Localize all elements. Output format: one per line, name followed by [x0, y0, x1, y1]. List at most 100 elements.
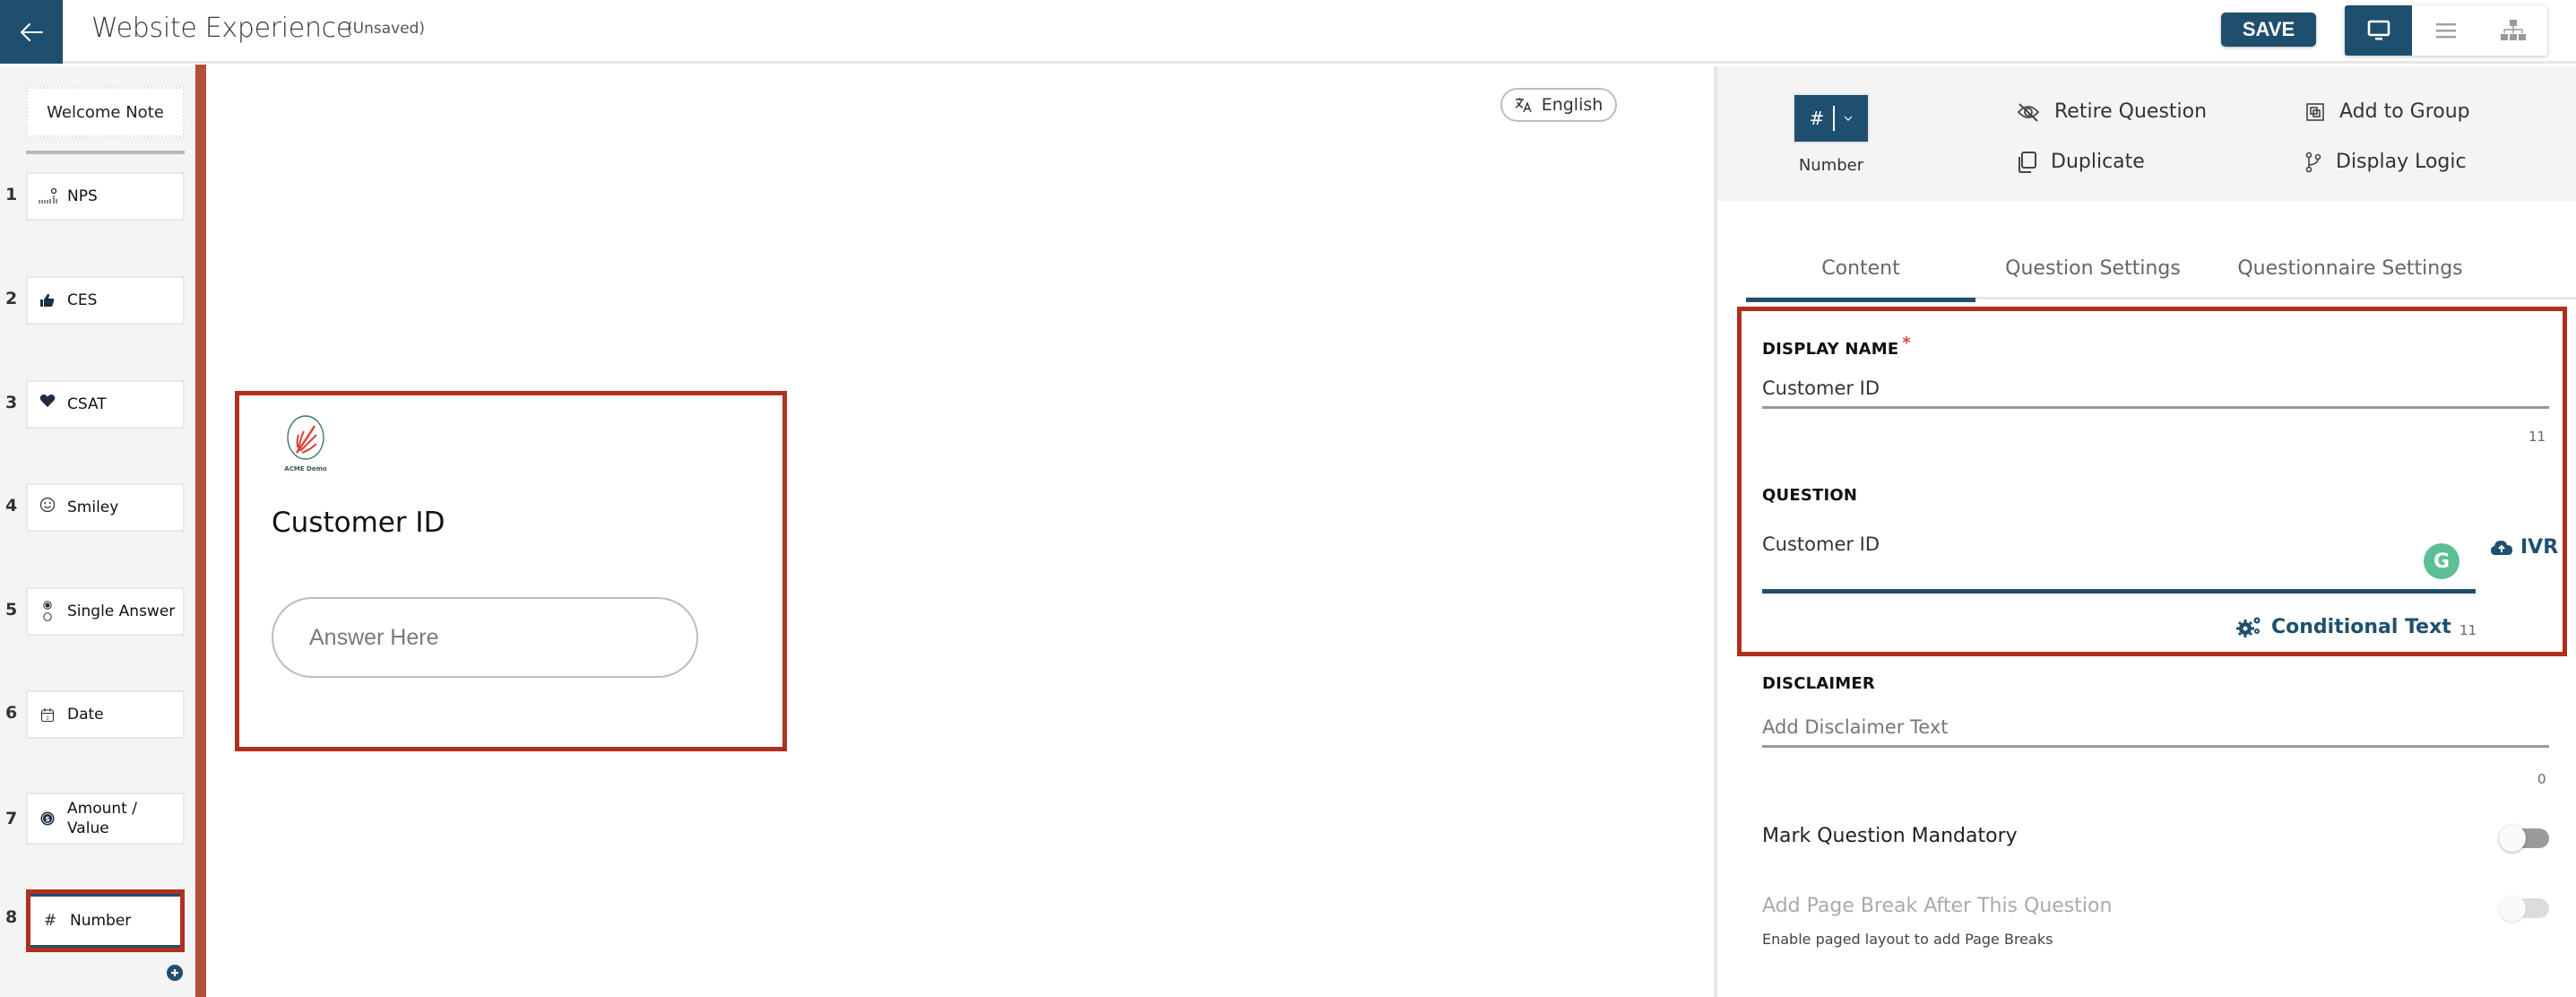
add-to-group-button[interactable]: Add to Group [2305, 100, 2470, 123]
tab-question-settings[interactable]: Question Settings [1975, 237, 2210, 299]
sidebar-item-nps[interactable]: NPS [26, 172, 185, 221]
desktop-view-button[interactable] [2345, 5, 2413, 56]
sidebar-item-ces[interactable]: CES [26, 276, 185, 325]
disclaimer-input[interactable] [1762, 708, 2549, 748]
arrow-left-icon [21, 22, 43, 41]
sidebar-question-row: 3 CSAT [0, 380, 195, 430]
logo-text: ACME Demo [284, 465, 327, 472]
heart-icon [28, 394, 67, 408]
question-number: 8 [5, 907, 18, 927]
sidebar-question-row: 8 # Number [0, 889, 195, 952]
add-question-button[interactable] [167, 965, 183, 981]
list-view-button[interactable] [2412, 5, 2479, 56]
sidebar-item-smiley[interactable]: Smiley [26, 483, 185, 532]
cloud-upload-icon [2491, 540, 2512, 555]
save-button[interactable]: SAVE [2221, 13, 2316, 47]
sidebar-item-single-answer[interactable]: Single Answer [26, 587, 185, 636]
question-number: 4 [5, 496, 18, 516]
display-logic-label: Display Logic [2336, 151, 2467, 173]
mandatory-toggle[interactable] [2499, 825, 2549, 852]
sidebar-question-row: 6 2 Date [0, 690, 195, 741]
ivr-label: IVR [2520, 536, 2559, 559]
hash-icon: # [43, 912, 57, 930]
question-input[interactable] [1762, 525, 2476, 594]
content-highlight-box [1737, 307, 2567, 656]
question-type-selector[interactable]: # [1793, 93, 1870, 143]
sidebar-item-date[interactable]: 2 Date [26, 690, 185, 739]
language-selector[interactable]: English [1500, 88, 1617, 122]
back-button[interactable] [0, 0, 63, 64]
tree-view-button[interactable] [2480, 5, 2547, 56]
sidebar-resize-handle[interactable] [195, 65, 206, 997]
display-name-input[interactable] [1762, 369, 2549, 409]
disclaimer-label: DISCLAIMER [1762, 674, 1875, 693]
eye-slash-icon [2017, 102, 2040, 122]
sidebar-question-row: 1 NPS [0, 172, 195, 222]
display-name-label-text: DISPLAY NAME [1762, 340, 1899, 359]
display-name-label: DISPLAY NAME * [1762, 334, 1911, 359]
top-bar: Website Experience (Unsaved) SAVE [0, 0, 2576, 64]
page-break-toggle[interactable] [2499, 895, 2549, 922]
save-status: (Unsaved) [347, 20, 426, 38]
display-logic-button[interactable]: Display Logic [2305, 151, 2467, 173]
sidebar-question-row: 7 $ Amount / Value [0, 793, 195, 845]
add-circle-icon [171, 969, 178, 976]
retire-question-button[interactable]: Retire Question [2017, 100, 2207, 123]
sidebar-item-amount-value[interactable]: $ Amount / Value [26, 793, 185, 845]
question-title: Customer ID [272, 507, 445, 539]
add-to-group-label: Add to Group [2339, 100, 2470, 123]
question-number: 5 [5, 600, 18, 620]
page-break-hint: Enable paged layout to add Page Breaks [1762, 931, 2053, 948]
sidebar-question-row: 4 Smiley [0, 483, 195, 533]
question-properties-panel: # Number Retire Question Duplicate Add t… [1714, 66, 2576, 997]
ivr-upload-button[interactable]: IVR [2490, 536, 2558, 559]
display-name-char-count: 11 [2528, 429, 2546, 445]
chevron-down-icon [1844, 116, 1853, 121]
language-label: English [1541, 95, 1604, 115]
grammarly-button[interactable]: G [2424, 543, 2459, 579]
toggle-knob [2499, 895, 2526, 922]
copy-icon [2018, 151, 2036, 173]
toggle-knob [2499, 825, 2526, 852]
sidebar-item-label: NPS [67, 187, 98, 205]
calendar-icon: 2 [28, 707, 67, 723]
nps-scale-icon [28, 187, 67, 205]
welcome-note-item[interactable]: Welcome Note [26, 87, 185, 137]
question-number: 2 [5, 289, 18, 308]
duplicate-button[interactable]: Duplicate [2017, 151, 2145, 173]
radio-icon [28, 601, 67, 622]
answer-input[interactable] [272, 597, 698, 678]
branch-icon [2305, 152, 2321, 172]
sidebar-item-number[interactable]: # Number [26, 889, 185, 952]
dollar-icon: $ [28, 811, 67, 826]
disclaimer-char-count: 0 [2537, 771, 2546, 787]
hash-icon: # [1809, 108, 1825, 129]
sidebar-item-label: Amount / Value [67, 800, 137, 837]
question-actions-bar: # Number Retire Question Duplicate Add t… [1717, 66, 2576, 201]
sidebar-item-label: Date [67, 706, 104, 724]
sidebar-item-csat[interactable]: CSAT [26, 380, 185, 429]
question-sidebar: Welcome Note 1 NPS 2 CES 3 CSAT 4 Smiley… [0, 66, 195, 997]
tab-questionnaire-settings[interactable]: Questionnaire Settings [2210, 237, 2490, 299]
tab-content[interactable]: Content [1746, 237, 1975, 302]
question-preview-card[interactable]: ACME Demo Customer ID [235, 391, 787, 751]
duplicate-label: Duplicate [2051, 151, 2145, 173]
question-number: 1 [5, 185, 18, 204]
survey-preview-canvas: English ACME Demo Customer ID [206, 66, 1714, 997]
svg-text:2: 2 [46, 715, 49, 721]
page-title: Website Experience [91, 13, 353, 44]
sidebar-item-label: CES [67, 291, 98, 309]
sitemap-icon [2501, 20, 2527, 40]
sidebar-item-label: CSAT [67, 395, 107, 413]
smiley-icon [28, 497, 67, 513]
sidebar-question-row: 2 CES [0, 276, 195, 326]
conditional-text-label: Conditional Text [2271, 615, 2451, 638]
question-char-count: 11 [2459, 622, 2477, 638]
translate-icon [1515, 98, 1532, 113]
sidebar-item-label: Single Answer [67, 603, 176, 620]
question-label: QUESTION [1762, 486, 1858, 505]
retire-question-label: Retire Question [2054, 100, 2208, 123]
conditional-text-button[interactable]: Conditional Text [2235, 615, 2451, 638]
sidebar-question-row: 5 Single Answer [0, 587, 195, 637]
monitor-icon [2367, 20, 2390, 40]
